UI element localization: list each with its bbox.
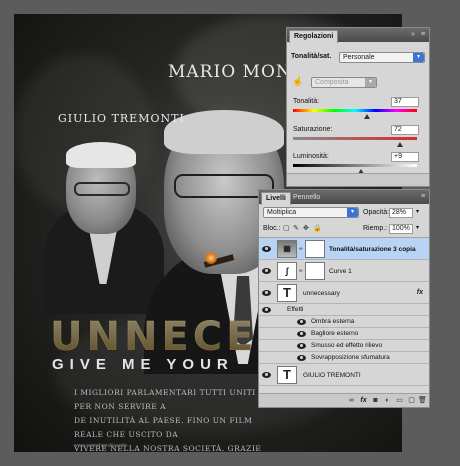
fx-icon[interactable]: fx: [359, 396, 368, 405]
eye-icon[interactable]: [262, 290, 271, 296]
lock-position-icon[interactable]: ✥: [303, 224, 309, 232]
hue-input[interactable]: 37: [391, 97, 419, 107]
effect-name: Smusso ed effetto rilievo: [311, 342, 383, 349]
effect-name: Bagliore esterno: [311, 330, 359, 337]
panel-menu-icon[interactable]: ≡: [419, 31, 427, 39]
fill-label: Riemp.:: [363, 225, 388, 232]
layer-row[interactable]: T GIULIO TREMONTI: [259, 364, 429, 386]
mask-icon[interactable]: ◙: [371, 396, 380, 405]
layer-name: GIULIO TREMONTI: [303, 372, 361, 379]
fx-icon[interactable]: fx: [417, 289, 423, 296]
eye-icon[interactable]: [262, 246, 271, 252]
lock-all-icon[interactable]: 🔒: [313, 224, 322, 232]
tab-brush[interactable]: Pennello: [289, 192, 324, 204]
channel-value: Composita: [315, 79, 349, 86]
chevron-down-icon: ▾: [347, 208, 358, 217]
channel-select[interactable]: Composita ▾: [311, 77, 377, 88]
adjustment-icon[interactable]: ◐: [383, 396, 392, 405]
layers-footer: ∞ fx ◙ ◐ ▭ ▢ 🗑: [259, 393, 429, 407]
trash-icon[interactable]: 🗑: [418, 396, 427, 405]
effect-name: Sovrapposizione sfumatura: [311, 354, 390, 361]
blend-mode-value: Moltiplica: [267, 209, 297, 216]
poster-subtitle: GIVE ME YOUR: [52, 356, 234, 373]
saturation-slider-handle[interactable]: [396, 142, 403, 147]
poster-body-line: I MIGLIORI PARLAMENTARI TUTTI UNITI PER …: [74, 388, 256, 411]
layer-name: Tonalità/saturazione 3 copia: [329, 246, 416, 253]
cigar-ember: [205, 252, 217, 264]
effect-row[interactable]: Bagliore esterno: [259, 328, 429, 340]
mask-thumbnail: [305, 262, 325, 280]
poster-name-tremonti: GIULIO TREMONTI: [58, 112, 185, 125]
tab-adjustments[interactable]: Regolazioni: [289, 30, 339, 43]
saturation-slider-track[interactable]: [293, 137, 417, 140]
eye-icon[interactable]: [297, 343, 306, 349]
saturation-input[interactable]: 72: [391, 125, 419, 135]
folder-icon[interactable]: ▭: [395, 396, 404, 405]
fill-dropdown-icon[interactable]: ▾: [416, 224, 419, 231]
lightness-slider-track[interactable]: [293, 164, 417, 167]
chevron-down-icon: ▾: [413, 53, 424, 62]
tremonti-hair: [66, 142, 136, 168]
hue-slider-handle[interactable]: [364, 114, 371, 119]
panel-menu-icon[interactable]: ≡: [419, 193, 427, 201]
tremonti-glasses: [74, 182, 130, 196]
opacity-label: Opacità:: [363, 209, 390, 216]
adjustment-type-label: Tonalità/sat.: [291, 53, 332, 60]
preset-value: Personale: [343, 54, 375, 61]
saturation-label: Saturazione:: [293, 126, 333, 133]
lock-pixels-icon[interactable]: ✎: [293, 224, 299, 232]
layer-row[interactable]: ▦ ∞ Tonalità/saturazione 3 copia: [259, 238, 429, 260]
eye-icon[interactable]: [262, 307, 271, 313]
new-layer-icon[interactable]: ▢: [407, 396, 416, 405]
effect-name: Ombra esterna: [311, 318, 355, 325]
layer-row[interactable]: ∫ ∞ Curve 1: [259, 260, 429, 282]
effect-row[interactable]: Sovrapposizione sfumatura: [259, 352, 429, 364]
effect-row[interactable]: Ombra esterna: [259, 316, 429, 328]
layers-panel: Livelli Pennello ≡ Moltiplica ▾ Opacità:…: [258, 189, 430, 408]
lightness-label: Luminosità:: [293, 153, 329, 160]
chevron-down-icon: ▾: [365, 78, 376, 87]
chain-link-icon: ∞: [299, 246, 303, 252]
collapse-icon[interactable]: »: [409, 31, 417, 39]
opacity-dropdown-icon[interactable]: ▾: [416, 208, 419, 215]
text-layer-thumbnail: T: [277, 366, 297, 384]
adjustments-panel: Regolazioni » ≡ Tonalità/sat. Personale …: [286, 27, 430, 187]
preset-select[interactable]: Personale ▾: [339, 52, 425, 63]
blend-mode-select[interactable]: Moltiplica ▾: [263, 207, 359, 218]
hand-target-icon[interactable]: ☝: [292, 76, 303, 87]
lightness-input[interactable]: +9: [391, 152, 419, 162]
adjustments-footer: [287, 173, 429, 186]
eye-icon[interactable]: [262, 372, 271, 378]
chain-link-icon: ∞: [299, 268, 303, 274]
poster-body-line: DE INUTILITÀ AL PAESE. FINO UN FILM REAL…: [74, 416, 253, 439]
mask-thumbnail: [305, 240, 325, 258]
hue-slider-track[interactable]: [293, 109, 417, 112]
layer-name: Effetti: [287, 306, 304, 313]
eye-icon[interactable]: [297, 319, 306, 325]
layers-titlebar: Livelli Pennello ≡: [259, 190, 429, 205]
fill-input[interactable]: 100%: [389, 224, 413, 234]
adjustment-thumbnail: ▦: [277, 240, 297, 258]
effects-group-row[interactable]: Effetti: [259, 304, 429, 316]
effect-row[interactable]: Smusso ed effetto rilievo: [259, 340, 429, 352]
lock-transparency-icon[interactable]: ▢: [283, 224, 290, 232]
lock-label: Bloc.:: [263, 225, 281, 232]
layer-name: Curve 1: [329, 268, 352, 275]
text-layer-thumbnail: T: [277, 284, 297, 302]
layer-name: unnecessary: [303, 290, 340, 297]
adjustments-titlebar: Regolazioni » ≡: [287, 28, 429, 43]
eye-icon[interactable]: [262, 268, 271, 274]
layer-row[interactable]: T unnecessary fx: [259, 282, 429, 304]
layers-list: ▦ ∞ Tonalità/saturazione 3 copia ∫ ∞ Cur…: [259, 237, 429, 396]
poster-site-url: www.comichigrafica.info: [74, 443, 128, 449]
tab-layers[interactable]: Livelli: [261, 192, 291, 205]
link-icon[interactable]: ∞: [347, 396, 356, 405]
curves-thumbnail: ∫: [277, 262, 297, 280]
eye-icon[interactable]: [297, 355, 306, 361]
eye-icon[interactable]: [297, 331, 306, 337]
hue-label: Tonalità:: [293, 98, 320, 105]
opacity-input[interactable]: 28%: [389, 208, 413, 218]
